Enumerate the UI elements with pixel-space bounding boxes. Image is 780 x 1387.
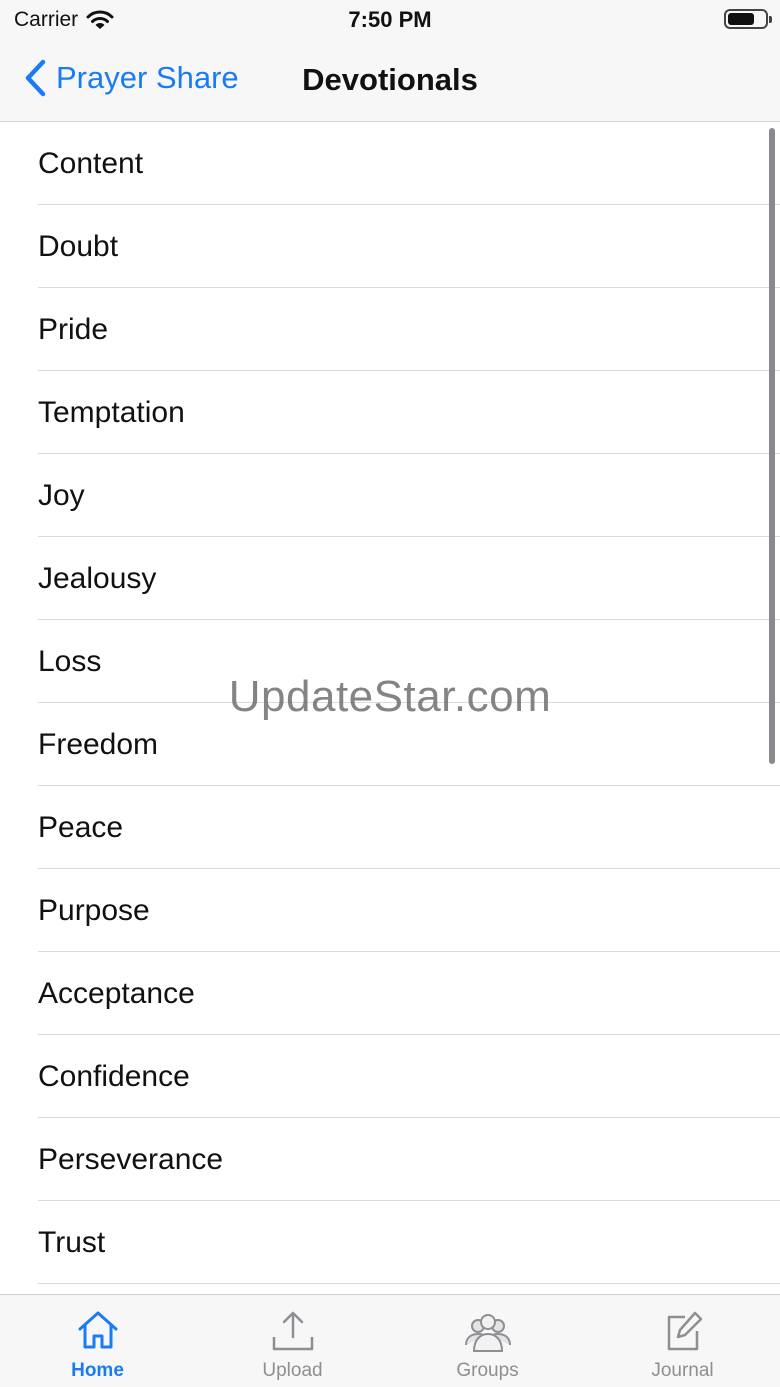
list-item[interactable]: Pride: [0, 288, 780, 371]
tab-journal[interactable]: Journal: [585, 1295, 780, 1387]
list-item[interactable]: Loss: [0, 620, 780, 703]
list-item[interactable]: Content: [0, 122, 780, 205]
list-item[interactable]: Freedom: [0, 703, 780, 786]
list-item-label: Pride: [38, 312, 109, 346]
list-item-label: Loss: [38, 644, 102, 678]
list-item[interactable]: Doubt: [0, 205, 780, 288]
list-item[interactable]: Temptation: [0, 371, 780, 454]
journal-icon: [667, 1311, 702, 1351]
list-item[interactable]: Acceptance: [0, 952, 780, 1035]
list-item-label: Confidence: [38, 1059, 190, 1093]
navigation-bar: Prayer Share Devotionals: [0, 40, 780, 122]
list-item[interactable]: Peace: [0, 786, 780, 869]
tab-home-label: Home: [71, 1360, 124, 1381]
battery-icon: [724, 9, 772, 29]
tab-journal-label: Journal: [651, 1360, 714, 1381]
upload-icon: [272, 1311, 313, 1351]
devotionals-list[interactable]: Content Doubt Pride Temptation Joy Jealo…: [0, 122, 780, 1294]
list-item[interactable]: Confidence: [0, 1035, 780, 1118]
list-item-label: Joy: [38, 478, 85, 512]
list-item-label: Trust: [38, 1225, 106, 1259]
tab-upload[interactable]: Upload: [195, 1295, 390, 1387]
status-time: 7:50 PM: [348, 7, 432, 32]
list-item-label: Freedom: [38, 727, 159, 761]
list-item[interactable]: Purpose: [0, 869, 780, 952]
home-icon: [78, 1311, 117, 1349]
page-title: Devotionals: [302, 62, 478, 97]
list-item-label: Peace: [38, 810, 124, 844]
scroll-indicator[interactable]: [769, 128, 775, 764]
list-item[interactable]: Perseverance: [0, 1118, 780, 1201]
list-item[interactable]: Jealousy: [0, 537, 780, 620]
list-item-label: Content: [38, 146, 144, 180]
list-item[interactable]: Trust: [0, 1201, 780, 1284]
list-item-label: Perseverance: [38, 1142, 224, 1176]
list-item-label: Doubt: [38, 229, 119, 263]
tab-upload-label: Upload: [262, 1360, 323, 1381]
list-item-label: Temptation: [38, 395, 185, 429]
list-item-label: Purpose: [38, 893, 150, 927]
tab-groups-label: Groups: [456, 1360, 519, 1381]
tab-groups[interactable]: Groups: [390, 1295, 585, 1387]
tab-home[interactable]: Home: [0, 1295, 195, 1387]
list-item-label: Jealousy: [38, 561, 157, 595]
list-item[interactable]: Joy: [0, 454, 780, 537]
groups-icon: [464, 1314, 511, 1352]
status-bar: Carrier 7:50 PM: [0, 0, 780, 40]
tab-bar: Home Upload Groups Journal: [0, 1294, 780, 1387]
list-item-label: Acceptance: [38, 976, 195, 1010]
